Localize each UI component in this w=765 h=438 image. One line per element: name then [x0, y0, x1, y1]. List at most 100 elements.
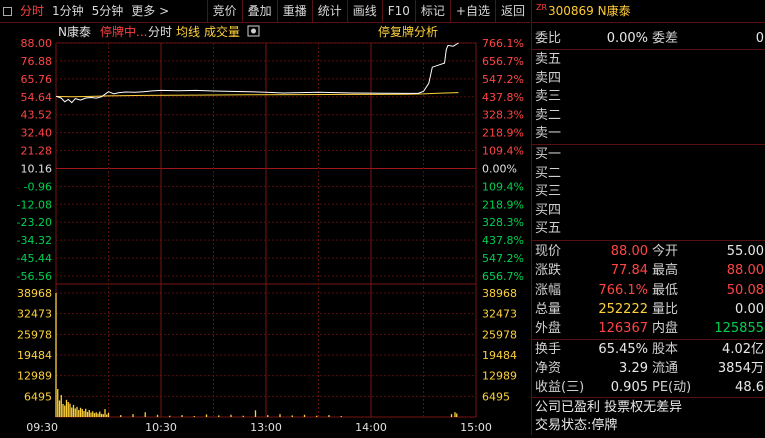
buy-level-label: 买一 — [535, 147, 562, 162]
stock-code: 300869 — [548, 4, 594, 18]
price-tick: 10.16 — [21, 162, 53, 175]
tab-intraday[interactable]: 分时 — [16, 0, 48, 22]
price-tick: 76.88 — [21, 55, 53, 68]
tab-1min[interactable]: 1分钟 — [48, 0, 88, 22]
window-square-icon[interactable] — [3, 6, 12, 16]
fundamental-row: 净资 3.29 流通 3854万 — [532, 360, 765, 378]
quote-label: 外盘 — [535, 321, 562, 337]
quote-value: 88.00 — [610, 244, 648, 259]
pct-axis: 766.1% 656.7% 547.2% 437.8% 328.3% 218.9% 109.… — [482, 37, 524, 283]
volume-tick: 32473 — [17, 308, 52, 321]
price-tick: 88.00 — [21, 37, 53, 50]
chart-toolbar: 分时 1分钟 5分钟 更多 > 竞价 叠加 重播 统计 画线 F10 标记 +自… — [0, 0, 530, 23]
quote-panel: ZR 300869 N康泰 委比 0.00% 委差 0 卖五 卖四 卖三 卖二 卖一 买… — [531, 0, 765, 435]
quote-label: 涨跌 — [535, 263, 562, 279]
volume-tick-right: 19484 — [482, 349, 517, 362]
quote-value-2: 125855 — [714, 321, 764, 337]
quote-row: 总量 252222 量比 0.00 — [532, 301, 765, 319]
company-note: 公司已盈利 投票权无差异 — [535, 400, 683, 415]
draw-line-button[interactable]: 画线 — [346, 0, 382, 22]
volume-axis-right: 38968 32473 25978 19484 12989 6495 — [482, 287, 517, 403]
buy-level-label: 买五 — [535, 221, 562, 237]
overlay-button[interactable]: 叠加 — [241, 0, 277, 22]
fund-label: 净资 — [535, 360, 562, 376]
quote-label: 现价 — [535, 244, 562, 259]
price-axis: 88.00 76.88 65.76 54.64 43.52 32.40 21.28 10.16… — [17, 37, 52, 283]
volume-tick: 38968 — [17, 287, 52, 300]
fund-label: 换手 — [535, 342, 562, 357]
buy-level-label: 买二 — [535, 165, 562, 181]
fund-value-2: 3854万 — [717, 360, 764, 376]
add-watchlist-button[interactable]: +自选 — [449, 0, 495, 22]
quote-row: 涨跌 77.84 最高 88.00 — [532, 262, 765, 280]
tab-5min[interactable]: 5分钟 — [88, 0, 128, 22]
pct-tick: 656.7% — [482, 270, 524, 283]
intraday-chart[interactable]: N康泰 停牌中... 分时 均线 成交量 停复牌分析 88.00 76.88 65.… — [0, 22, 530, 435]
quote-row: 涨幅 766.1% 最低 50.08 — [532, 282, 765, 300]
fund-label: 收益(三) — [535, 379, 585, 395]
sell-level-row: 卖三 — [532, 88, 765, 106]
weicha-value: 0 — [755, 31, 764, 46]
fund-label-2: PE(动) — [652, 379, 692, 395]
suspension-analysis-link[interactable]: 停复牌分析 — [378, 24, 438, 39]
pct-tick: 547.2% — [482, 252, 524, 265]
sell-level-label: 卖二 — [535, 107, 562, 123]
replay-button[interactable]: 重播 — [276, 0, 312, 22]
sell-level-row: 卖四 — [532, 70, 765, 88]
chevron-right-icon: > — [159, 4, 170, 18]
quote-value-2: 88.00 — [726, 263, 764, 279]
price-tick: -56.56 — [17, 270, 52, 283]
board-prefix: ZR — [536, 3, 548, 12]
price-tick: 54.64 — [21, 91, 53, 104]
buy-level-row: 买五 — [532, 220, 765, 238]
mark-button[interactable]: 标记 — [414, 0, 450, 22]
buy-level-row: 买四 — [532, 202, 765, 220]
volume-tick-right: 32473 — [482, 308, 517, 321]
more-menu[interactable]: 更多 > — [127, 0, 173, 22]
pct-tick: 218.9% — [482, 127, 524, 140]
quote-value: 126367 — [598, 321, 648, 337]
quote-label: 总量 — [535, 301, 562, 317]
pct-tick: 766.1% — [482, 37, 524, 50]
pct-tick: 109.4% — [482, 145, 524, 158]
weicha-label: 委差 — [652, 31, 679, 46]
quote-label-2: 最低 — [652, 282, 679, 298]
volume-tick-right: 12989 — [482, 370, 517, 383]
buy-level-row: 买二 — [532, 165, 765, 183]
quote-label: 涨幅 — [535, 282, 562, 298]
quote-label-2: 内盘 — [652, 321, 679, 337]
volume-tick: 12989 — [17, 370, 52, 383]
quote-value: 252222 — [598, 301, 648, 317]
volume-axis-left: 38968 32473 25978 19484 12989 6495 — [17, 287, 52, 403]
volume-tick-right: 25978 — [482, 328, 517, 341]
back-button[interactable]: 返回 — [494, 0, 530, 22]
price-tick: -23.20 — [17, 216, 52, 229]
bidding-button[interactable]: 竞价 — [206, 0, 242, 22]
volume-tick: 19484 — [17, 349, 52, 362]
pct-tick: 0.00% — [482, 162, 517, 175]
stats-button[interactable]: 统计 — [311, 0, 347, 22]
fund-value-2: 4.02亿 — [722, 342, 764, 357]
chart-legend: N康泰 停牌中... 分时 均线 成交量 停复牌分析 — [58, 24, 438, 39]
legend-stock-name: N康泰 — [58, 24, 91, 39]
stock-name: N康泰 — [597, 4, 631, 18]
volume-tick-right: 6495 — [482, 390, 510, 403]
buy-level-row: 买一 — [532, 146, 765, 164]
more-label: 更多 — [131, 4, 156, 18]
time-tick: 14:00 — [355, 421, 387, 434]
buy-level-label: 买三 — [535, 184, 562, 200]
f10-button[interactable]: F10 — [381, 0, 415, 22]
stock-title: ZR 300869 N康泰 — [532, 0, 765, 23]
fund-value: 3.29 — [619, 360, 648, 376]
buy-level-row: 买三 — [532, 183, 765, 201]
intraday-chart-svg[interactable]: N康泰 停牌中... 分时 均线 成交量 停复牌分析 88.00 76.88 65.… — [0, 22, 530, 435]
fundamental-row: 收益(三) 0.905 PE(动) 48.6 — [532, 379, 765, 397]
sell-level-row: 卖二 — [532, 107, 765, 125]
order-ratio-row: 委比 0.00% 委差 0 — [532, 30, 765, 48]
price-tick: -12.08 — [17, 198, 52, 211]
pct-tick: 547.2% — [482, 73, 524, 86]
pct-tick: 437.8% — [482, 234, 524, 247]
legend-avg: 均线 — [176, 25, 200, 39]
time-axis: 09:30 10:30 13:00 14:00 15:00 — [26, 421, 492, 434]
quote-value-2: 55.00 — [726, 244, 764, 259]
